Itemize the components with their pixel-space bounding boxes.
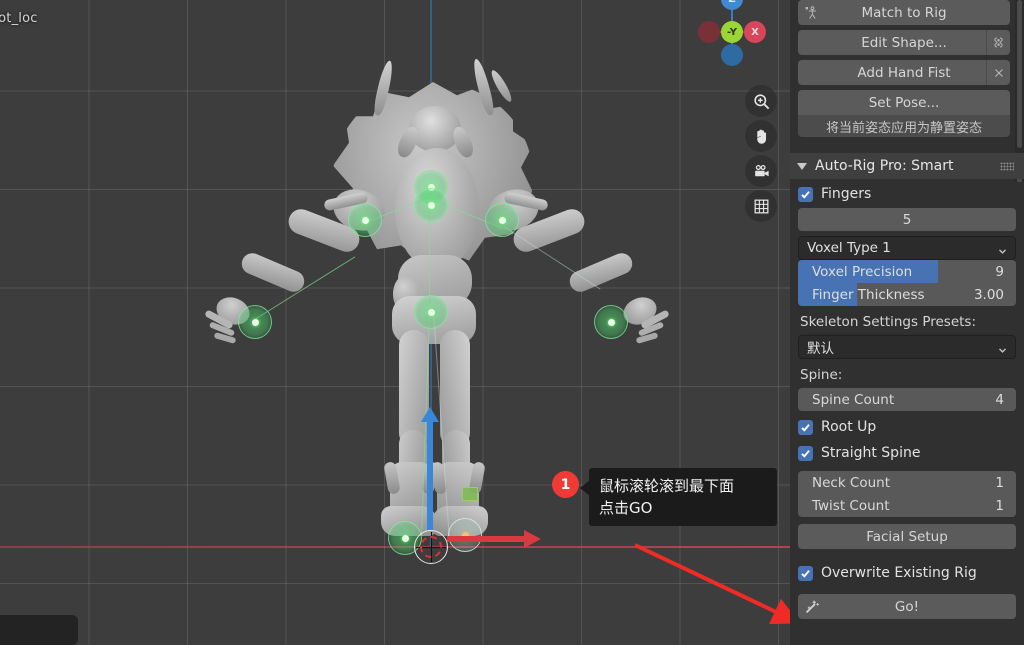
gizmo-ball-x[interactable]: X	[744, 21, 766, 43]
checkbox-overwrite-existing-rig[interactable]	[798, 565, 813, 581]
panel-body: Fingers 5 Voxel Type 1 Voxel Precision 9…	[790, 182, 1024, 645]
camera-icon[interactable]	[745, 155, 777, 187]
straight-spine-label: Straight Spine	[821, 445, 921, 461]
match-to-rig-label: Match to Rig	[861, 4, 947, 21]
facial-setup-label: Facial Setup	[866, 528, 948, 545]
go-button-label: Go!	[894, 598, 920, 615]
rig-marker-hand-right[interactable]	[594, 305, 628, 339]
rig-marker-hip[interactable]	[414, 295, 448, 329]
fingers-label: Fingers	[821, 186, 872, 202]
gizmo-axis-z[interactable]	[421, 407, 439, 530]
gizmo-ball-neg-x[interactable]	[698, 21, 720, 43]
spine-count-field[interactable]: Spine Count 4	[798, 388, 1016, 411]
checkbox-root-up[interactable]	[798, 419, 813, 435]
neck-count-field[interactable]: Neck Count 1	[798, 471, 1016, 494]
add-hand-fist-label: Add Hand Fist	[857, 64, 951, 81]
gizmo-ball-y[interactable]: -Y	[721, 21, 743, 43]
spine-count-label: Spine Count	[812, 391, 895, 408]
fingers-count-field[interactable]: 5	[798, 208, 1016, 231]
3d-cursor[interactable]	[414, 530, 448, 564]
skeleton-preset-value: 默认	[807, 341, 834, 357]
add-hand-fist-button[interactable]: Add Hand Fist	[798, 60, 1010, 85]
mirror-icon[interactable]	[986, 30, 1010, 55]
rig-marker-shoulder-right[interactable]	[485, 203, 519, 237]
straight-spine-checkbox-row[interactable]: Straight Spine	[798, 441, 1016, 465]
apply-pose-as-rest-button[interactable]: 将当前姿态应用为静置姿态	[798, 115, 1010, 137]
checkbox-fingers[interactable]	[798, 186, 813, 202]
gizmo-ball-z[interactable]: Z	[721, 0, 743, 10]
neck-count-value: 1	[995, 474, 1004, 491]
chevron-down-icon	[797, 162, 807, 170]
finger-thickness-value: 3.00	[973, 286, 1004, 303]
armature-icon	[802, 3, 822, 23]
close-icon[interactable]	[986, 60, 1010, 85]
spine-count-value: 4	[995, 391, 1004, 408]
navigation-gizmo[interactable]: Z X -Y	[686, 0, 778, 78]
annotation-step-badge: 1	[552, 471, 579, 498]
skeleton-preset-dropdown[interactable]: 默认	[798, 335, 1016, 359]
grid-icon[interactable]	[745, 190, 777, 222]
neck-count-label: Neck Count	[812, 474, 891, 491]
facial-setup-button[interactable]: Facial Setup	[798, 524, 1016, 549]
panel-header-auto-rig-pro-smart[interactable]: Auto-Rig Pro: Smart	[790, 153, 1024, 179]
twist-count-field[interactable]: Twist Count 1	[798, 494, 1016, 517]
voxel-type-dropdown[interactable]: Voxel Type 1	[798, 236, 1016, 260]
gizmo-axis-x[interactable]	[447, 530, 541, 548]
apply-pose-as-rest-label: 将当前姿态应用为静置姿态	[825, 120, 982, 136]
gizmo-ball-neg-z[interactable]	[721, 44, 743, 66]
3d-viewport[interactable]: oot_loc	[0, 0, 790, 645]
fingers-count-value: 5	[902, 211, 912, 228]
panel-title: Auto-Rig Pro: Smart	[815, 158, 954, 174]
set-pose-button[interactable]: Set Pose...	[798, 90, 1010, 115]
hand-icon[interactable]	[745, 120, 777, 152]
match-to-rig-button[interactable]: Match to Rig	[798, 0, 1010, 25]
chevron-down-icon	[998, 244, 1007, 254]
finger-thickness-label: Finger Thickness	[812, 286, 925, 303]
rig-marker-chest[interactable]	[414, 188, 448, 222]
voxel-precision-value: 9	[995, 263, 1004, 280]
set-pose-label: Set Pose...	[868, 94, 940, 111]
go-button[interactable]: Go!	[798, 594, 1016, 619]
spine-section-label: Spine:	[800, 367, 843, 383]
finger-thickness-slider[interactable]: Finger Thickness 3.00	[798, 283, 1016, 306]
twist-count-label: Twist Count	[812, 497, 890, 514]
voxel-precision-label: Voxel Precision	[812, 263, 913, 280]
root-up-label: Root Up	[821, 419, 877, 435]
properties-sidebar: Match to Rig Edit Shape... Add Hand Fist	[790, 0, 1024, 645]
checkbox-straight-spine[interactable]	[798, 445, 813, 461]
voxel-precision-slider[interactable]: Voxel Precision 9	[798, 260, 1016, 283]
edit-shape-label: Edit Shape...	[861, 34, 947, 51]
chevron-down-icon	[998, 343, 1007, 353]
edit-shape-button[interactable]: Edit Shape...	[798, 30, 1010, 55]
fingers-checkbox-row[interactable]: Fingers	[798, 182, 1016, 206]
overwrite-rig-checkbox-row[interactable]: Overwrite Existing Rig	[798, 561, 1016, 585]
zoom-icon[interactable]	[745, 85, 777, 117]
panel-grip-icon[interactable]	[1000, 162, 1014, 171]
overwrite-rig-label: Overwrite Existing Rig	[821, 565, 977, 581]
magic-wand-icon	[802, 597, 822, 617]
rig-marker-foot-right[interactable]	[448, 518, 482, 552]
skeleton-presets-label: Skeleton Settings Presets:	[800, 314, 977, 330]
twist-count-value: 1	[995, 497, 1004, 514]
rig-marker-hand-left[interactable]	[238, 305, 272, 339]
voxel-type-value: Voxel Type 1	[807, 240, 891, 256]
root-up-checkbox-row[interactable]: Root Up	[798, 415, 1016, 439]
annotation-tooltip: 鼠标滚轮滚到最下面 点击GO	[580, 468, 777, 526]
rig-marker-shoulder-left[interactable]	[348, 203, 382, 237]
gizmo-plane-handle[interactable]	[462, 487, 478, 501]
blender-window: oot_loc	[0, 0, 1024, 645]
